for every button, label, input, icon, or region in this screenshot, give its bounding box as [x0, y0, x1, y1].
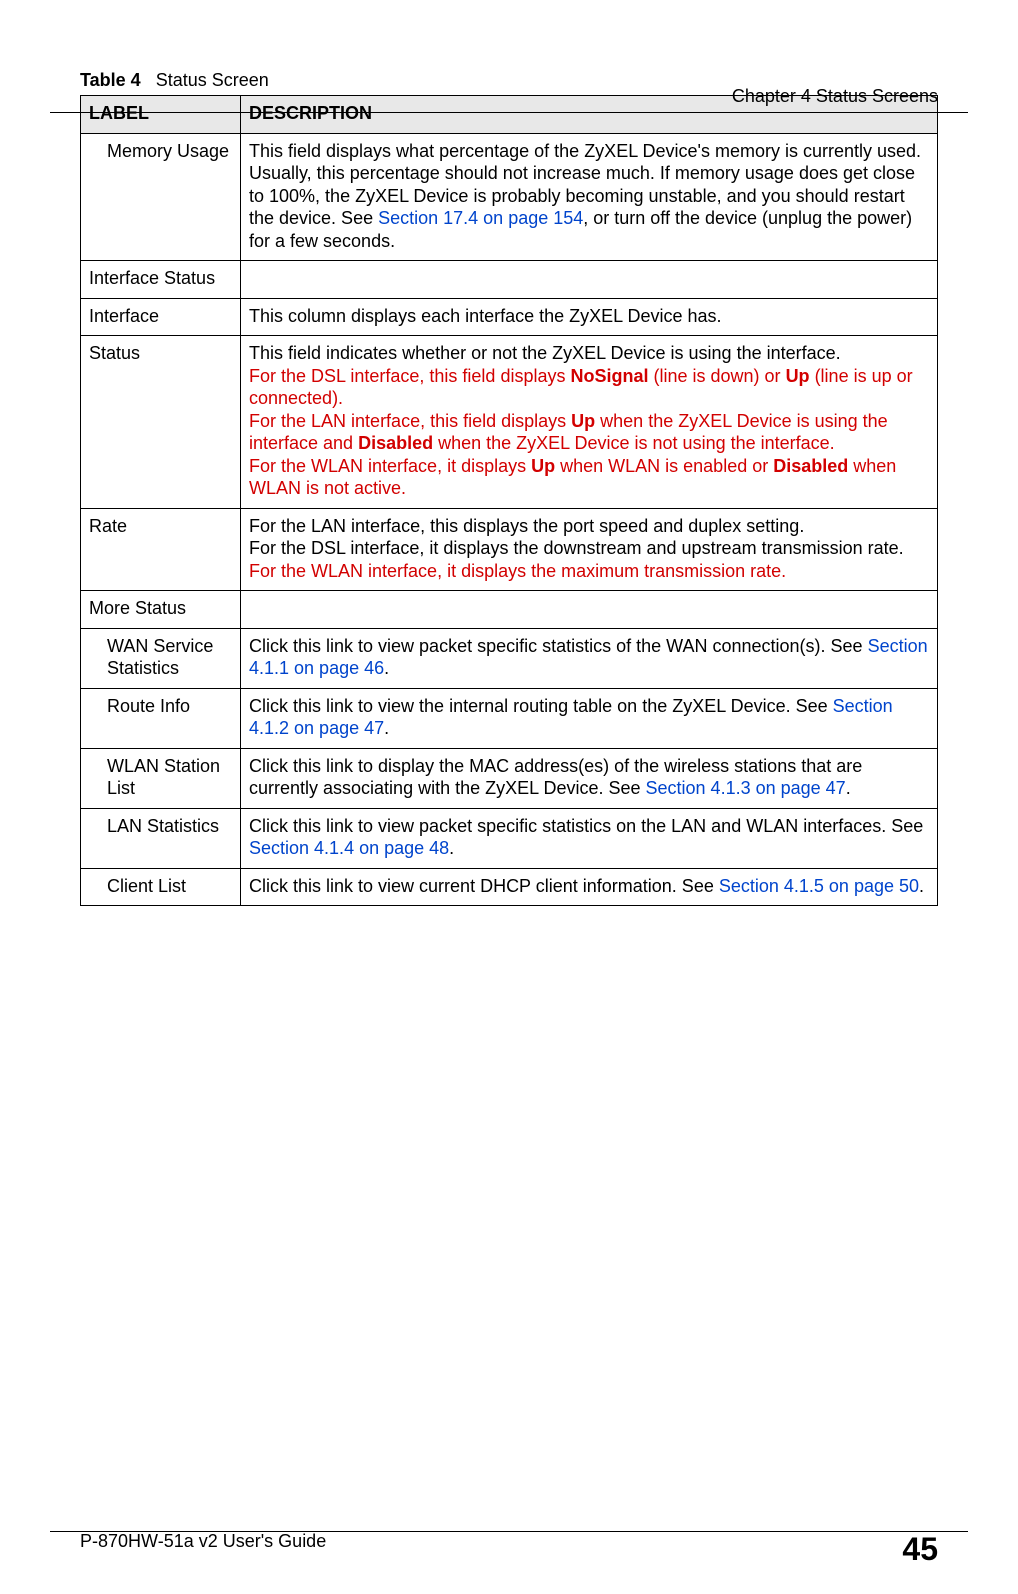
cell-label: More Status: [81, 591, 241, 629]
cell-desc: This field indicates whether or not the …: [241, 336, 938, 509]
xref-link[interactable]: Section 4.1.4 on page 48: [249, 838, 449, 858]
cell-desc: This column displays each interface the …: [241, 298, 938, 336]
cell-desc: Click this link to view packet specific …: [241, 628, 938, 688]
cell-desc: For the LAN interface, this displays the…: [241, 508, 938, 591]
table-row: Rate For the LAN interface, this display…: [81, 508, 938, 591]
cell-label: Status: [81, 336, 241, 509]
xref-link[interactable]: Section 17.4 on page 154: [378, 208, 583, 228]
cell-desc: Click this link to view current DHCP cli…: [241, 868, 938, 906]
cell-label: WLAN Station List: [81, 748, 241, 808]
cell-label: Route Info: [81, 688, 241, 748]
table-row: LAN Statistics Click this link to view p…: [81, 808, 938, 868]
cell-label: LAN Statistics: [81, 808, 241, 868]
cell-desc: This field displays what percentage of t…: [241, 133, 938, 261]
cell-label: Rate: [81, 508, 241, 591]
status-screen-table: LABEL DESCRIPTION Memory Usage This fiel…: [80, 95, 938, 906]
table-row: Memory Usage This field displays what pe…: [81, 133, 938, 261]
xref-link[interactable]: Section 4.1.5 on page 50: [719, 876, 919, 896]
running-header: Chapter 4 Status Screens: [732, 86, 938, 107]
table-row: WAN Service Statistics Click this link t…: [81, 628, 938, 688]
table-row: Status This field indicates whether or n…: [81, 336, 938, 509]
cell-label: Interface Status: [81, 261, 241, 299]
xref-link[interactable]: Section 4.1.3 on page 47: [646, 778, 846, 798]
table-row: WLAN Station List Click this link to dis…: [81, 748, 938, 808]
cell-desc: Click this link to view packet specific …: [241, 808, 938, 868]
cell-label: Interface: [81, 298, 241, 336]
caption-title: Status Screen: [156, 70, 269, 90]
footer-guide-title: P-870HW-51a v2 User's Guide: [80, 1531, 326, 1552]
cell-desc: [241, 261, 938, 299]
cell-label: WAN Service Statistics: [81, 628, 241, 688]
table-row: Interface Status: [81, 261, 938, 299]
cell-desc: [241, 591, 938, 629]
cell-desc: Click this link to view the internal rou…: [241, 688, 938, 748]
col-header-label: LABEL: [81, 96, 241, 134]
table-row: Interface This column displays each inte…: [81, 298, 938, 336]
cell-label: Client List: [81, 868, 241, 906]
footer-page-number: 45: [902, 1531, 938, 1568]
caption-number: Table 4: [80, 70, 141, 90]
table-row: More Status: [81, 591, 938, 629]
cell-label: Memory Usage: [81, 133, 241, 261]
table-row: Client List Click this link to view curr…: [81, 868, 938, 906]
header-rule: [50, 112, 968, 113]
table-row: Route Info Click this link to view the i…: [81, 688, 938, 748]
cell-desc: Click this link to display the MAC addre…: [241, 748, 938, 808]
